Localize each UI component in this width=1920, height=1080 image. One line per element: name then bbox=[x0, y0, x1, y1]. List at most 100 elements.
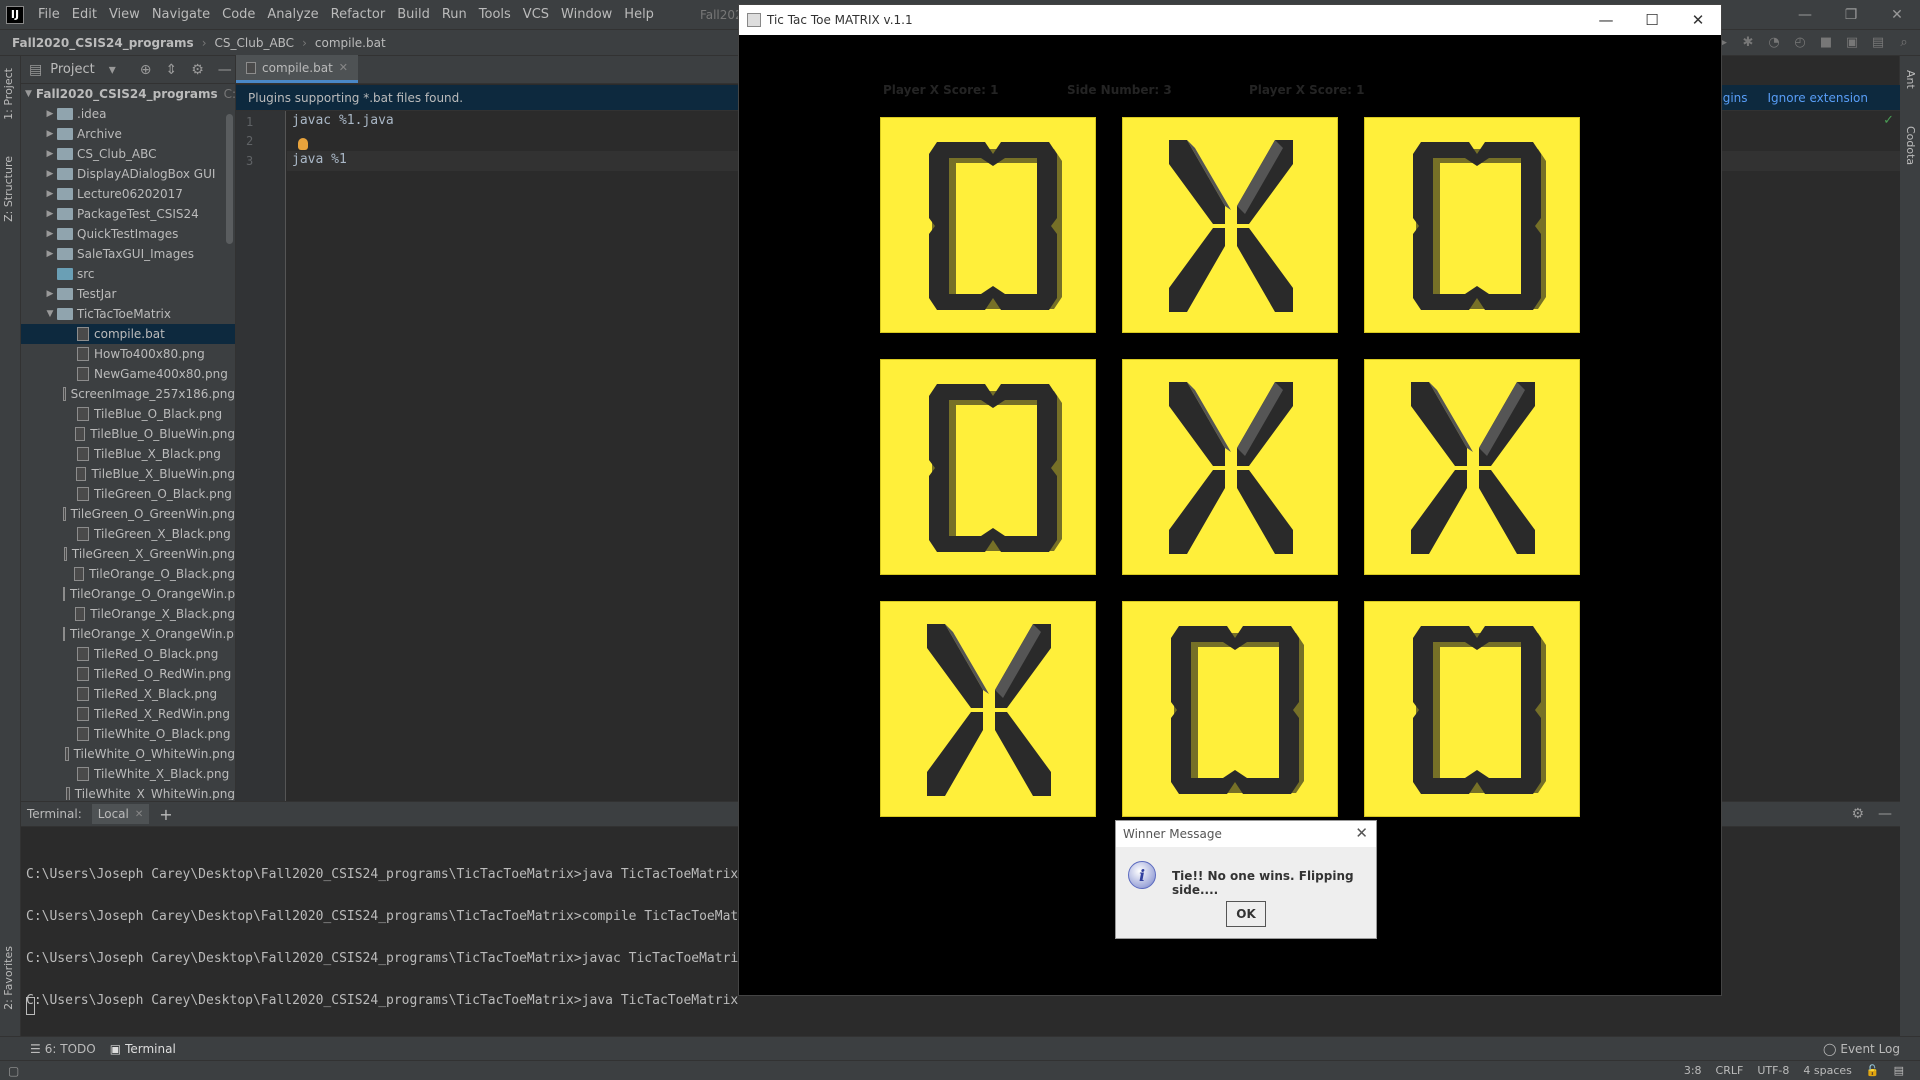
menu-analyze[interactable]: Analyze bbox=[261, 0, 324, 30]
tree-file-item[interactable]: TileOrange_X_OrangeWin.png bbox=[21, 624, 235, 644]
tree-file-item[interactable]: TileBlue_O_Black.png bbox=[21, 404, 235, 424]
code-line[interactable]: javac %1.java bbox=[292, 113, 394, 128]
close-icon[interactable]: ✕ bbox=[1675, 5, 1721, 35]
menu-build[interactable]: Build bbox=[391, 0, 436, 30]
status-toggle-icon[interactable]: ▢ bbox=[8, 1064, 19, 1078]
board-tile-o[interactable] bbox=[880, 359, 1096, 575]
tree-folder-item[interactable]: ▶ SaleTaxGUI_Images bbox=[21, 244, 235, 264]
tree-file-item[interactable]: TileGreen_O_Black.png bbox=[21, 484, 235, 504]
board-tile-x[interactable] bbox=[1364, 359, 1580, 575]
layout-icon[interactable]: ▤ bbox=[1870, 34, 1886, 50]
stripe-tab-ant[interactable]: Ant bbox=[1904, 70, 1917, 89]
tree-folder-item[interactable]: ▼ TicTacToeMatrix bbox=[21, 304, 235, 324]
close-icon[interactable]: ✕ bbox=[1355, 824, 1368, 842]
chevron-right-icon[interactable]: ▶ bbox=[43, 229, 57, 239]
event-log-button[interactable]: ◯ Event Log bbox=[1823, 1042, 1900, 1056]
tree-file-item[interactable]: TileOrange_X_Black.png bbox=[21, 604, 235, 624]
project-structure-icon[interactable]: ▣ bbox=[1844, 34, 1860, 50]
tree-file-item[interactable]: TileGreen_X_Black.png bbox=[21, 524, 235, 544]
stripe-tab-project[interactable]: 1: Project bbox=[2, 68, 15, 120]
debug-icon[interactable]: ✱ bbox=[1740, 34, 1756, 50]
gear-icon[interactable]: ⚙ bbox=[1851, 806, 1864, 822]
tree-file-item[interactable]: TileRed_O_RedWin.png bbox=[21, 664, 235, 684]
maximize-icon[interactable]: ☐ bbox=[1629, 5, 1675, 35]
tree-scrollbar[interactable] bbox=[226, 114, 233, 244]
tree-folder-item[interactable]: ▶ PackageTest_CSIS24 bbox=[21, 204, 235, 224]
minimize-icon[interactable]: — bbox=[1782, 0, 1828, 30]
close-icon[interactable]: ✕ bbox=[135, 809, 143, 820]
tree-folder-item[interactable]: ▶ .idea bbox=[21, 104, 235, 124]
board-tile-o[interactable] bbox=[1122, 601, 1338, 817]
hide-icon[interactable]: — bbox=[1878, 806, 1892, 822]
tree-folder-item[interactable]: ▶ TestJar bbox=[21, 284, 235, 304]
line-separator[interactable]: CRLF bbox=[1716, 1064, 1744, 1077]
lightbulb-icon[interactable] bbox=[298, 138, 308, 150]
tree-file-item[interactable]: compile.bat bbox=[21, 324, 235, 344]
tree-file-item[interactable]: TileRed_X_Black.png bbox=[21, 684, 235, 704]
board-tile-o[interactable] bbox=[1364, 601, 1580, 817]
menu-help[interactable]: Help bbox=[618, 0, 660, 30]
close-icon[interactable]: ✕ bbox=[1874, 0, 1920, 30]
chevron-right-icon[interactable]: ▶ bbox=[43, 189, 57, 199]
tree-file-item[interactable]: TileBlue_O_BlueWin.png bbox=[21, 424, 235, 444]
board-tile-x[interactable] bbox=[880, 601, 1096, 817]
chevron-right-icon[interactable]: ▶ bbox=[43, 149, 57, 159]
add-tab-icon[interactable]: + bbox=[159, 805, 172, 824]
board-tile-x[interactable] bbox=[1122, 359, 1338, 575]
tree-file-item[interactable]: TileWhite_X_WhiteWin.png bbox=[21, 784, 235, 800]
tree-file-item[interactable]: TileRed_X_RedWin.png bbox=[21, 704, 235, 724]
menu-navigate[interactable]: Navigate bbox=[146, 0, 216, 30]
menu-file[interactable]: File bbox=[32, 0, 66, 30]
chevron-down-icon[interactable]: ▾ bbox=[109, 62, 116, 78]
stripe-tab-codota[interactable]: Codota bbox=[1904, 126, 1917, 165]
code-line[interactable]: java %1 bbox=[292, 152, 347, 167]
tree-file-item[interactable]: TileGreen_X_GreenWin.png bbox=[21, 544, 235, 564]
board-tile-o[interactable] bbox=[1364, 117, 1580, 333]
gear-icon[interactable]: ⚙ bbox=[191, 62, 204, 78]
chevron-right-icon[interactable]: ▶ bbox=[43, 209, 57, 219]
menu-window[interactable]: Window bbox=[555, 0, 618, 30]
tree-folder-item[interactable]: src bbox=[21, 264, 235, 284]
tree-folder-item[interactable]: ▶ Lecture06202017 bbox=[21, 184, 235, 204]
close-icon[interactable]: ✕ bbox=[339, 61, 348, 74]
chevron-down-icon[interactable]: ▼ bbox=[25, 89, 32, 99]
chevron-right-icon[interactable]: ▶ bbox=[43, 289, 57, 299]
menu-view[interactable]: View bbox=[103, 0, 146, 30]
intellij-logo-icon[interactable]: IJ bbox=[6, 5, 24, 24]
tree-file-item[interactable]: ScreenImage_257x186.png bbox=[21, 384, 235, 404]
hide-icon[interactable]: — bbox=[218, 62, 232, 78]
board-tile-x[interactable] bbox=[1122, 117, 1338, 333]
stop-icon[interactable]: ■ bbox=[1818, 34, 1834, 50]
profile-icon[interactable]: ◴ bbox=[1792, 34, 1808, 50]
memory-icon[interactable]: ▤ bbox=[1894, 1064, 1904, 1077]
file-encoding[interactable]: UTF-8 bbox=[1757, 1064, 1789, 1077]
tree-folder-item[interactable]: ▶ Archive bbox=[21, 124, 235, 144]
chevron-right-icon[interactable]: ▶ bbox=[43, 169, 57, 179]
search-icon[interactable]: ⌕ bbox=[1896, 34, 1912, 50]
chevron-right-icon[interactable]: ▶ bbox=[43, 249, 57, 259]
locate-icon[interactable]: ⊕ bbox=[140, 62, 152, 78]
terminal-tab-local[interactable]: Local ✕ bbox=[91, 804, 150, 824]
tree-file-item[interactable]: TileWhite_O_WhiteWin.png bbox=[21, 744, 235, 764]
menu-code[interactable]: Code bbox=[216, 0, 261, 30]
tree-file-item[interactable]: TileWhite_X_Black.png bbox=[21, 764, 235, 784]
restore-icon[interactable]: ❐ bbox=[1828, 0, 1874, 30]
todo-tool-button[interactable]: ☰ 6: TODO bbox=[30, 1042, 96, 1056]
collapse-all-icon[interactable]: ⇕ bbox=[165, 62, 177, 78]
coverage-icon[interactable]: ◔ bbox=[1766, 34, 1782, 50]
menu-run[interactable]: Run bbox=[436, 0, 473, 30]
tree-file-item[interactable]: TileRed_O_Black.png bbox=[21, 644, 235, 664]
tree-file-item[interactable]: TileOrange_O_OrangeWin.png bbox=[21, 584, 235, 604]
menu-vcs[interactable]: VCS bbox=[517, 0, 555, 30]
breadcrumb-project[interactable]: Fall2020_CSIS24_programs bbox=[12, 36, 194, 50]
tree-file-item[interactable]: TileWhite_O_Black.png bbox=[21, 724, 235, 744]
breadcrumb-folder[interactable]: CS_Club_ABC bbox=[215, 36, 295, 50]
tree-folder-item[interactable]: ▶ DisplayADialogBox GUI bbox=[21, 164, 235, 184]
chevron-right-icon[interactable]: ▶ bbox=[43, 129, 57, 139]
minimize-icon[interactable]: — bbox=[1583, 5, 1629, 35]
tree-file-item[interactable]: NewGame400x80.png bbox=[21, 364, 235, 384]
tree-folder-item[interactable]: ▼Fall2020_CSIS24_programs C:\ bbox=[21, 84, 235, 104]
stripe-tab-structure[interactable]: Z: Structure bbox=[2, 156, 15, 222]
tree-folder-item[interactable]: ▶ QuickTestImages bbox=[21, 224, 235, 244]
tree-file-item[interactable]: TileBlue_X_BlueWin.png bbox=[21, 464, 235, 484]
